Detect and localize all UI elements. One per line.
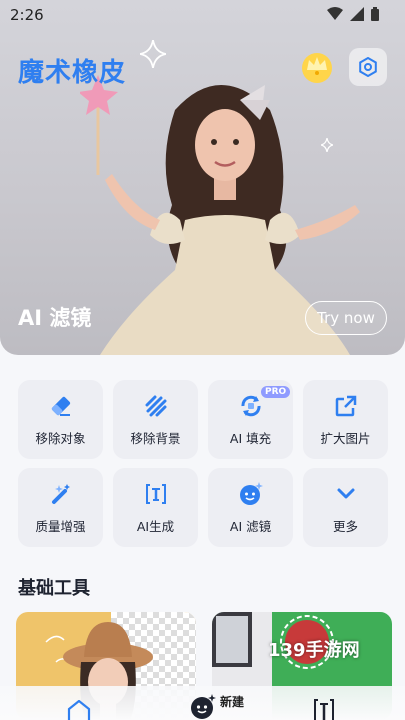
tool-label: AI 填充 <box>229 430 272 446</box>
stripes-icon <box>143 393 169 419</box>
tool-label: 质量增强 <box>35 518 86 534</box>
tool-ai-filter[interactable]: AI 滤镜 <box>208 468 293 547</box>
sparkle-small-icon <box>321 138 333 152</box>
nav-new-button[interactable]: 新建 <box>190 694 244 720</box>
watermark-text: 139手游网 <box>268 640 360 661</box>
tool-remove-background[interactable]: 移除背景 <box>113 380 198 459</box>
status-icons <box>327 7 379 21</box>
text-cursor-icon <box>143 481 169 507</box>
tools-grid: 移除对象 移除背景 PRO AI 填充 扩大图片 质量增强 AI生成 AI 滤镜… <box>18 380 388 547</box>
wifi-icon <box>327 7 343 20</box>
crown-icon[interactable] <box>299 48 335 84</box>
tool-remove-object[interactable]: 移除对象 <box>18 380 103 459</box>
tool-label: AI生成 <box>136 518 175 534</box>
refresh-fill-icon <box>238 393 264 419</box>
ai-text-icon[interactable] <box>312 698 336 720</box>
tool-expand-image[interactable]: 扩大图片 <box>303 380 388 459</box>
tool-label: 扩大图片 <box>320 430 371 446</box>
hero-filter-label: AI 滤镜 <box>18 306 92 330</box>
sparkle-icon <box>140 40 166 68</box>
pro-badge: PRO <box>261 386 291 398</box>
status-time: 2:26 <box>10 6 44 24</box>
tool-label: 移除对象 <box>35 430 86 446</box>
gear-icon <box>359 57 377 77</box>
section-title: 基础工具 <box>18 578 90 599</box>
signal-icon <box>350 7 364 21</box>
tool-ai-fill[interactable]: PRO AI 填充 <box>208 380 293 459</box>
chevron-down-icon <box>333 481 359 507</box>
tool-label: 更多 <box>332 518 358 534</box>
tool-label: 移除背景 <box>130 430 181 446</box>
tool-quality-enhance[interactable]: 质量增强 <box>18 468 103 547</box>
tool-ai-generate[interactable]: AI生成 <box>113 468 198 547</box>
app-title: 魔术橡皮 <box>18 58 127 88</box>
magic-wand-icon <box>48 481 74 507</box>
hero-banner[interactable]: 2:26 魔术橡皮 AI 滤镜 Try now <box>0 0 405 355</box>
tool-more[interactable]: 更多 <box>303 468 388 547</box>
settings-button[interactable] <box>349 48 387 86</box>
status-bar: 2:26 <box>0 0 405 30</box>
new-face-icon <box>191 694 216 719</box>
home-icon[interactable] <box>66 700 92 720</box>
try-now-button[interactable]: Try now <box>305 301 387 335</box>
bottom-nav: 新建 <box>0 686 405 720</box>
expand-icon <box>333 393 359 419</box>
tool-label: AI 滤镜 <box>229 518 272 534</box>
face-sparkle-icon <box>238 481 264 507</box>
nav-new-label: 新建 <box>220 694 245 709</box>
eraser-icon <box>48 393 74 419</box>
battery-icon <box>371 7 379 21</box>
